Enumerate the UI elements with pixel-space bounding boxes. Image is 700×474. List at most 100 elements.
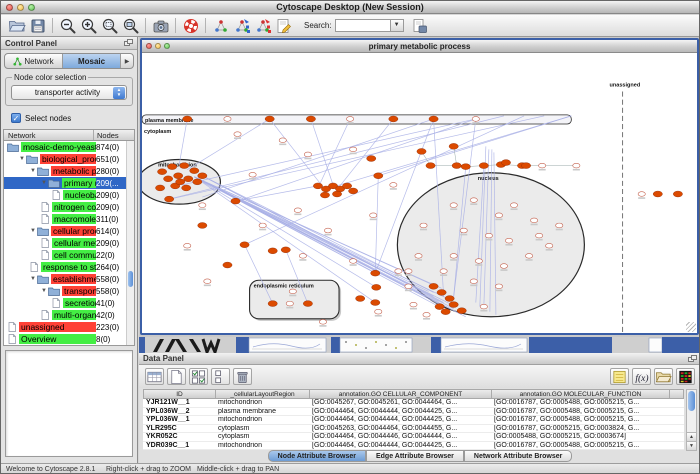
tree-row-cellular-metabol[interactable]: cellular metabol209(0) — [4, 237, 134, 249]
expander-icon[interactable]: ▼ — [40, 288, 48, 294]
file-icon — [40, 202, 50, 212]
attribute-import-button[interactable] — [410, 16, 431, 36]
network-edit-blue-button[interactable] — [231, 16, 252, 36]
float-panel-icon[interactable] — [124, 39, 133, 47]
function-button[interactable]: f(x) — [632, 368, 651, 385]
expander-icon[interactable]: ▼ — [18, 156, 26, 162]
background-windows-strip[interactable] — [139, 337, 700, 353]
tree-row-overview[interactable]: Overview8(0) — [4, 333, 134, 345]
birdseye-view[interactable] — [5, 350, 133, 457]
column-header[interactable]: annotation.GO CELLULAR_COMPONENT — [310, 390, 492, 398]
column-header[interactable]: ID — [144, 390, 216, 398]
toolbar-separator — [205, 18, 206, 33]
expander-icon[interactable]: ▼ — [40, 180, 48, 186]
tree-row-label: secretion — [63, 298, 96, 308]
zoom-fit-button[interactable] — [120, 16, 141, 36]
zoom-region-button[interactable] — [99, 16, 120, 36]
table-row[interactable]: YLR295Ccytoplasm[GO:0045263, GO:0044464,… — [143, 425, 684, 434]
network-view-button[interactable] — [210, 16, 231, 36]
tree-row-transport[interactable]: ▼transport558(0) — [4, 285, 134, 297]
table-row[interactable]: YJR121W__1mitochondrion[GO:0045267, GO:0… — [143, 399, 684, 408]
tab-scroll-right-button[interactable]: ▶ — [121, 54, 133, 68]
tab-network-attribute-browser[interactable]: Network Attribute Browser — [464, 450, 572, 462]
status-message: Right-click + drag to ZOOM — [106, 464, 191, 474]
table-row[interactable]: YPL036W__1mitochondrion[GO:0044464, GO:0… — [143, 416, 684, 425]
tree-row-label: nucleobase- — [63, 190, 96, 200]
network-edit-blue-icon — [233, 17, 251, 35]
tree-row-secretion[interactable]: secretion41(0) — [4, 297, 134, 309]
expander-icon[interactable]: ▼ — [29, 168, 37, 174]
tree-row-biological-process[interactable]: ▼biological_process651(0) — [4, 153, 134, 165]
annotation-edit-button[interactable] — [273, 16, 294, 36]
tree-row-macromolecule[interactable]: macromolecule311(0) — [4, 213, 134, 225]
tab-network[interactable]: Network — [5, 54, 63, 68]
network-view-window[interactable]: primary metabolic process plasma membran… — [140, 38, 699, 335]
control-panel-header: Control Panel — [1, 37, 137, 50]
tree-scrollbar-thumb[interactable] — [128, 271, 133, 287]
select-nodes-checkbox[interactable]: ✓ — [11, 113, 21, 123]
scroll-down-button[interactable]: ▼ — [687, 441, 696, 450]
help-ring-button[interactable] — [180, 16, 201, 36]
expander-icon[interactable]: ▼ — [29, 228, 37, 234]
tree-row-cell-communicat[interactable]: cell communicat22(0) — [4, 249, 134, 261]
table-row[interactable]: YKR052Ccytoplasm[GO:0044464, GO:0044446,… — [143, 433, 684, 442]
file-icon — [40, 250, 50, 260]
window-resize-grip[interactable] — [686, 322, 696, 332]
search-options-dropdown[interactable]: ▼ — [391, 19, 404, 32]
tree-row-label: transport — [62, 286, 96, 296]
float-data-panel-icon[interactable] — [688, 355, 697, 363]
folder-icon — [37, 166, 49, 176]
tree-row-establishment-of-lo[interactable]: ▼establishment of lo558(0) — [4, 273, 134, 285]
table-scrollbar-thumb[interactable] — [688, 391, 695, 411]
attribute-matrix-button[interactable] — [189, 368, 208, 385]
column-header[interactable]: annotation.GO MOLECULAR_FUNCTION — [492, 390, 670, 398]
snapshot-button[interactable] — [150, 16, 171, 36]
zoom-out-button[interactable] — [57, 16, 78, 36]
zoom-in-button[interactable] — [78, 16, 99, 36]
delete-attribute-button[interactable] — [233, 368, 252, 385]
tree-row-response-to-stimulu[interactable]: response to stimulu264(0) — [4, 261, 134, 273]
tab-edge-attribute-browser[interactable]: Edge Attribute Browser — [366, 450, 464, 462]
heatmap-button[interactable] — [676, 368, 695, 385]
tree-row-cellular-process[interactable]: ▼cellular process614(0) — [4, 225, 134, 237]
save-button[interactable] — [27, 16, 48, 36]
search-input[interactable] — [335, 19, 391, 32]
table-scrollbar[interactable]: ▲ ▼ — [686, 389, 697, 451]
table-cell: [GO:0016787, GO:0005488, GO:0005215, G..… — [491, 399, 669, 407]
cytoscape-desktop: Cytoscape Desktop (New Session) Search: … — [0, 0, 700, 474]
import-folder-button[interactable] — [654, 368, 673, 385]
delete-attribute-icon — [234, 368, 251, 386]
tree-col-nodes[interactable]: Nodes — [94, 130, 134, 140]
table-select-button[interactable] — [145, 368, 164, 385]
svg-text:mitochondrion: mitochondrion — [158, 163, 197, 169]
tree-row-metabolic-process[interactable]: ▼metabolic process280(0) — [4, 165, 134, 177]
attribute-pair-button[interactable] — [211, 368, 230, 385]
tree-row-label: primary metabo — [62, 178, 96, 188]
tab-node-attribute-browser[interactable]: Node Attribute Browser — [268, 450, 366, 462]
tree-row-unassigned[interactable]: unassigned223(0) — [4, 321, 134, 333]
heatmap-icon — [677, 368, 694, 386]
table-cell: [GO:0044464, GO:0044444, GO:0044425, G..… — [309, 416, 491, 424]
tree-scrollbar[interactable] — [126, 141, 134, 345]
table-row[interactable]: YPL036W__2plasma membrane[GO:0044464, GO… — [143, 408, 684, 417]
tree-row-mosaic-demo-yeast[interactable]: mosaic-demo-yeast874(0) — [4, 141, 134, 153]
expander-icon[interactable]: ▼ — [29, 276, 37, 282]
table-row[interactable]: YDR039C__1mitochondrion[GO:0044464, GO:0… — [143, 442, 684, 451]
new-attribute-button[interactable] — [167, 368, 186, 385]
network-canvas[interactable]: plasma membranecytoplasmmitochondrionnuc… — [142, 53, 697, 333]
node-color-combobox[interactable]: transporter activity ▲▼ — [11, 85, 127, 100]
tree-row-primary-metabo[interactable]: ▼primary metabo209(... — [4, 177, 134, 189]
table-cell: [GO:0044464, GO:0044446, GO:0044444, G..… — [309, 433, 491, 441]
status-bar: Welcome to Cytoscape 2.8.1Right-click + … — [1, 463, 699, 474]
network-window-titlebar[interactable]: primary metabolic process — [142, 40, 697, 53]
tree-col-network[interactable]: Network — [4, 130, 94, 140]
tree-row-nucleobase-[interactable]: nucleobase-209(0) — [4, 189, 134, 201]
tab-mosaic[interactable]: Mosaic — [63, 54, 121, 68]
tree-row-nitrogen-compo[interactable]: nitrogen compo209(0) — [4, 201, 134, 213]
open-folder-button[interactable] — [6, 16, 27, 36]
column-header[interactable]: _cellularLayoutRegion — [216, 390, 310, 398]
notes-button[interactable] — [610, 368, 629, 385]
scroll-up-button[interactable]: ▲ — [687, 432, 696, 441]
network-edit-red-button[interactable] — [252, 16, 273, 36]
tree-row-multi-organism-pro[interactable]: multi-organism pro42(0) — [4, 309, 134, 321]
